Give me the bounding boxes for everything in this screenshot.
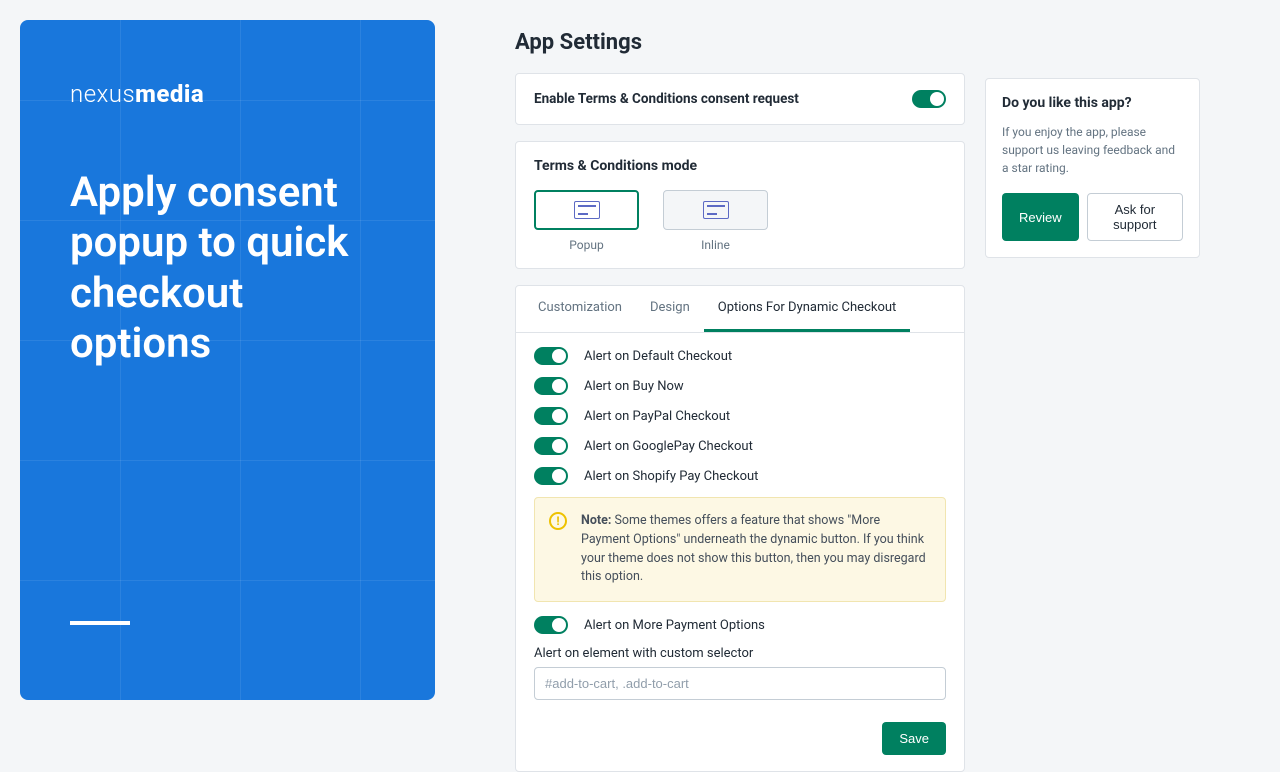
feedback-card: Do you like this app? If you enjoy the a… [985,78,1200,258]
note-box: ! Note: Some themes offers a feature tha… [534,497,946,602]
tab-dynamic-checkout[interactable]: Options For Dynamic Checkout [704,286,911,332]
enable-card: Enable Terms & Conditions consent reques… [515,73,965,125]
promo-headline: Apply consent popup to quick checkout op… [70,168,385,370]
enable-toggle[interactable] [912,90,946,108]
review-button[interactable]: Review [1002,193,1079,241]
label-default-checkout: Alert on Default Checkout [584,349,732,364]
custom-selector-input[interactable] [534,667,946,700]
brand-thin: nexus [70,80,135,108]
toggle-googlepay[interactable] [534,437,568,455]
feedback-text: If you enjoy the app, please support us … [1002,123,1183,177]
tab-customization[interactable]: Customization [524,286,636,332]
mode-option-inline[interactable]: Inline [663,190,768,252]
note-text: Some themes offers a feature that shows … [581,513,926,584]
options-card: Customization Design Options For Dynamic… [515,285,965,772]
brand-bold: media [135,80,204,108]
mode-popup-label: Popup [569,238,603,252]
main-content: App Settings Enable Terms & Conditions c… [455,0,1280,720]
label-googlepay: Alert on GooglePay Checkout [584,439,753,454]
note-prefix: Note: [581,513,611,528]
mode-inline-label: Inline [701,238,730,252]
tab-design[interactable]: Design [636,286,704,332]
popup-icon [574,201,600,219]
promo-card: nexusmedia Apply consent popup to quick … [20,20,435,700]
promo-panel: nexusmedia Apply consent popup to quick … [0,0,455,720]
underline-bar [70,621,130,625]
support-button[interactable]: Ask for support [1087,193,1183,241]
enable-label: Enable Terms & Conditions consent reques… [534,91,799,107]
toggle-buy-now[interactable] [534,377,568,395]
brand-logo: nexusmedia [70,80,385,108]
right-column: Do you like this app? If you enjoy the a… [985,30,1200,700]
inline-icon [703,201,729,219]
custom-selector-label: Alert on element with custom selector [534,646,946,661]
label-shopify-pay: Alert on Shopify Pay Checkout [584,469,758,484]
mode-card: Terms & Conditions mode Popup Inline [515,141,965,269]
save-button[interactable]: Save [882,722,946,755]
label-buy-now: Alert on Buy Now [584,379,684,394]
label-more-payment: Alert on More Payment Options [584,618,765,633]
tabs: Customization Design Options For Dynamic… [516,286,964,333]
label-paypal: Alert on PayPal Checkout [584,409,730,424]
warning-icon: ! [549,512,567,530]
toggle-more-payment[interactable] [534,616,568,634]
toggle-default-checkout[interactable] [534,347,568,365]
feedback-title: Do you like this app? [1002,95,1183,111]
toggle-shopify-pay[interactable] [534,467,568,485]
mode-option-popup[interactable]: Popup [534,190,639,252]
mode-heading: Terms & Conditions mode [534,158,946,174]
page-title: App Settings [515,30,965,55]
toggle-paypal[interactable] [534,407,568,425]
center-column: App Settings Enable Terms & Conditions c… [515,30,965,700]
